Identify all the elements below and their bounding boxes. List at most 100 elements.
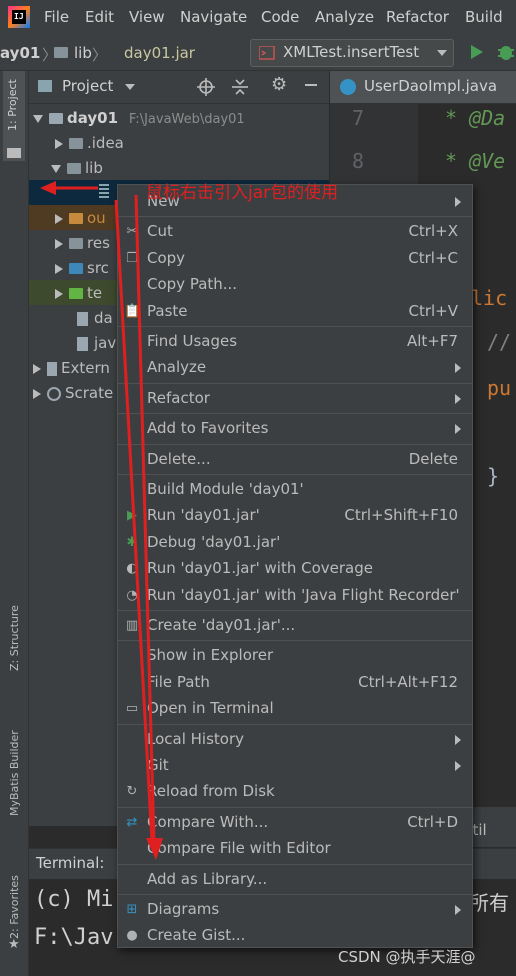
menu-file[interactable]: File: [44, 8, 69, 26]
menu-edit[interactable]: Edit: [85, 8, 114, 26]
tree-label: ou: [87, 209, 106, 227]
terminal-title[interactable]: Terminal:: [36, 854, 104, 872]
menu-item-compare-with[interactable]: ⇄ Compare With... Ctrl+D: [118, 810, 472, 836]
menu-refactor[interactable]: Refactor: [386, 8, 449, 26]
menu-code[interactable]: Code: [261, 8, 299, 26]
tree-label: da: [94, 309, 113, 327]
menu-bar: IJ File Edit View Navigate Code Analyze …: [0, 0, 516, 34]
menu-item-paste[interactable]: 📋 Paste Ctrl+V: [118, 299, 472, 325]
menu-item-build-module-day01[interactable]: Build Module 'day01': [118, 477, 472, 503]
tree-node-lib[interactable]: lib: [51, 156, 103, 180]
tree-node-out[interactable]: ou: [55, 206, 106, 230]
menu-item-run-day01-jar-with-coverage[interactable]: ◐ Run 'day01.jar' with Coverage: [118, 556, 472, 582]
menu-item-analyze[interactable]: Analyze: [118, 355, 472, 381]
tree-node-java-file[interactable]: jav: [77, 331, 116, 355]
menu-item-add-as-library[interactable]: Add as Library...: [118, 867, 472, 893]
menu-item-label: Copy: [147, 248, 186, 267]
copy-icon: ❐: [126, 250, 138, 266]
run-config-icon: [259, 46, 275, 60]
file-icon: [77, 311, 88, 326]
tab-favorites[interactable]: 2: Favorites: [8, 875, 21, 939]
locate-target-icon[interactable]: [197, 78, 215, 96]
run-icon[interactable]: [469, 44, 485, 60]
menu-item-reload-from-disk[interactable]: ↻ Reload from Disk: [118, 779, 472, 805]
menu-item-label: Local History: [147, 729, 245, 748]
chevron-down-icon[interactable]: [125, 84, 135, 90]
menu-separator: [118, 326, 472, 327]
tree-node-scratches[interactable]: Scrate: [33, 381, 113, 405]
tree-node-day01-iml[interactable]: da: [77, 306, 113, 330]
paste-icon: 📋: [124, 303, 141, 319]
menu-item-copy-path[interactable]: Copy Path...: [118, 272, 472, 298]
menu-item-show-in-explorer[interactable]: Show in Explorer: [118, 643, 472, 669]
menu-item-run-day01-jar[interactable]: ▶ Run 'day01.jar' Ctrl+Shift+F10: [118, 503, 472, 529]
terminal-line: F:\Jav: [34, 925, 114, 950]
resources-folder-icon: [69, 238, 83, 249]
breadcrumb-project[interactable]: ay01: [0, 44, 40, 62]
menu-separator: [118, 474, 472, 475]
breadcrumb-lib[interactable]: lib: [74, 44, 92, 62]
intellij-logo-icon[interactable]: IJ: [8, 6, 30, 28]
tree-node-src[interactable]: src: [55, 256, 109, 280]
flight-recorder-icon: ◔: [126, 587, 138, 603]
run-configuration-select[interactable]: XMLTest.insertTest: [250, 39, 454, 67]
menu-item-label: Delete...: [147, 449, 211, 468]
project-view-title[interactable]: Project: [62, 77, 113, 95]
menu-view[interactable]: View: [129, 8, 165, 26]
gear-icon[interactable]: ⚙: [271, 74, 287, 95]
tree-node-resources[interactable]: res: [55, 231, 110, 255]
module-folder-icon: [49, 113, 63, 124]
tree-node-root[interactable]: day01 F:\JavaWeb\day01: [33, 106, 245, 130]
line-number: 8: [352, 149, 365, 173]
menu-item-add-to-favorites[interactable]: Add to Favorites: [118, 416, 472, 442]
breadcrumb-jar[interactable]: day01.jar: [124, 44, 195, 62]
menu-analyze[interactable]: Analyze: [315, 8, 374, 26]
tab-structure[interactable]: Z: Structure: [8, 605, 21, 671]
menu-build[interactable]: Build: [465, 8, 503, 26]
menu-separator: [118, 216, 472, 218]
expand-arrow-icon: [33, 363, 41, 374]
tree-node-test[interactable]: te: [55, 281, 102, 305]
line-number: 7: [352, 106, 365, 130]
menu-item-file-path[interactable]: File Path Ctrl+Alt+F12: [118, 670, 472, 696]
menu-item-diagrams[interactable]: ⊞ Diagrams: [118, 897, 472, 923]
tab-userdaoimpl[interactable]: UserDaoImpl.java: [330, 71, 516, 103]
menu-separator: [118, 382, 472, 384]
collapse-all-icon[interactable]: [231, 78, 249, 96]
code-line: pu: [487, 376, 512, 400]
tree-node-external-libraries[interactable]: Extern: [33, 356, 110, 380]
menu-item-label: Run 'day01.jar' with Coverage: [147, 559, 373, 578]
menu-item-label: Create Gist...: [147, 926, 246, 945]
menu-separator: [118, 610, 472, 611]
menu-navigate[interactable]: Navigate: [180, 8, 247, 26]
menu-item-refactor[interactable]: Refactor: [118, 386, 472, 412]
tab-mybatis-builder[interactable]: MyBatis Builder: [8, 730, 21, 816]
tree-label: .idea: [87, 134, 124, 152]
menu-item-shortcut: Delete: [408, 449, 458, 468]
menu-separator: [118, 413, 472, 415]
reload-icon: ↻: [126, 784, 138, 800]
minimize-icon[interactable]: [305, 84, 317, 86]
terminal-icon: ▭: [125, 701, 139, 717]
menu-item-open-in-terminal[interactable]: ▭ Open in Terminal: [118, 696, 472, 722]
menu-item-git[interactable]: Git: [118, 753, 472, 779]
menu-item-delete[interactable]: Delete... Delete: [118, 447, 472, 473]
menu-item-copy[interactable]: ❐ Copy Ctrl+C: [118, 246, 472, 272]
debug-icon[interactable]: [496, 42, 516, 62]
menu-item-create-day01-jar[interactable]: ▥ Create 'day01.jar'...: [118, 613, 472, 639]
menu-item-cut[interactable]: ✂ Cut Ctrl+X: [118, 219, 472, 245]
tree-label: res: [87, 234, 110, 252]
root-name: day01: [67, 109, 119, 127]
menu-item-compare-file-with-editor[interactable]: Compare File with Editor: [118, 836, 472, 862]
tree-node-idea[interactable]: .idea: [55, 131, 124, 155]
folder-icon: [54, 47, 68, 58]
menu-item-shortcut: Ctrl+Shift+F10: [344, 506, 458, 525]
menu-item-label: Refactor: [147, 388, 210, 407]
menu-item-debug-day01-jar[interactable]: ✱ Debug 'day01.jar': [118, 530, 472, 556]
tab-project[interactable]: 1: Project: [6, 79, 19, 131]
excluded-folder-icon: [69, 213, 83, 224]
library-icon: [47, 361, 57, 376]
menu-item-run-day01-jar-with-java-flight-recorder[interactable]: ◔ Run 'day01.jar' with 'Java Flight Recor…: [118, 583, 472, 609]
menu-item-find-usages[interactable]: Find Usages Alt+F7: [118, 329, 472, 355]
menu-item-local-history[interactable]: Local History: [118, 727, 472, 753]
